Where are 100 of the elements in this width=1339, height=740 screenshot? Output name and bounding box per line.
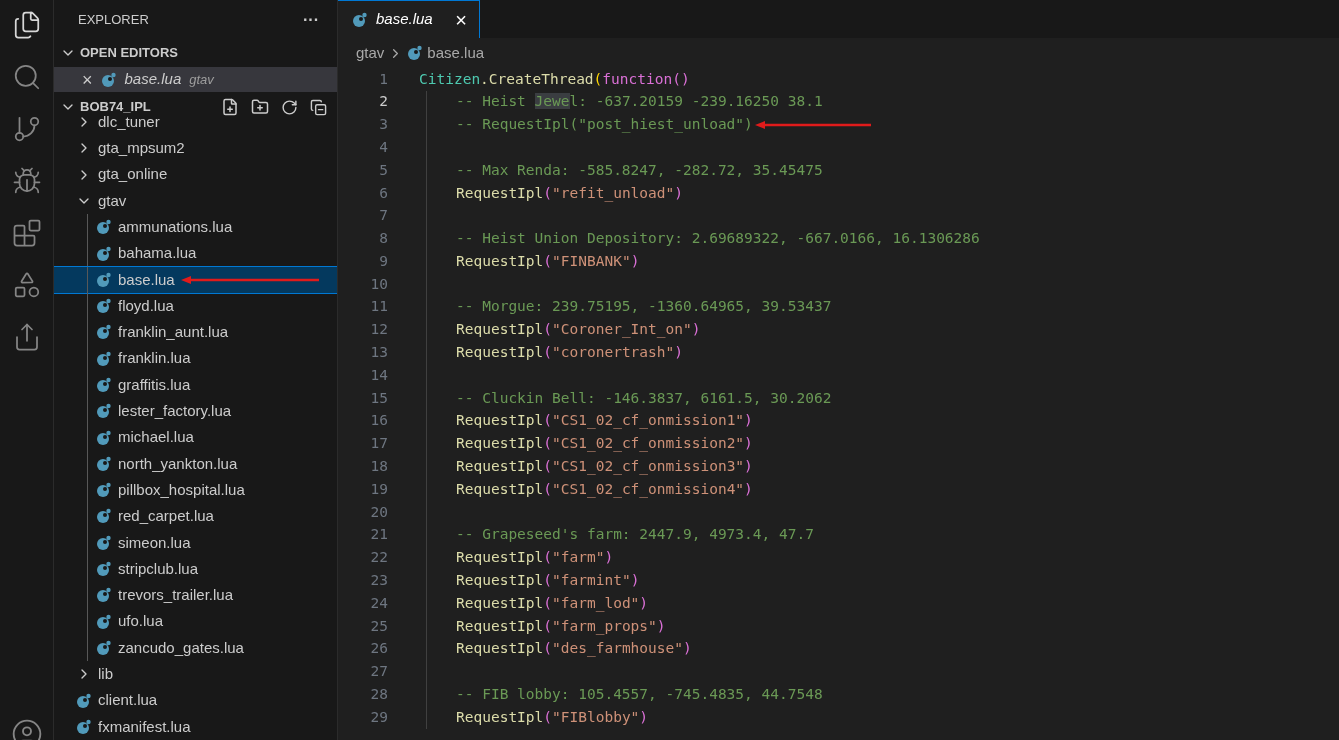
file-name: franklin_aunt.lua bbox=[118, 322, 229, 343]
file-item[interactable]: trevors_trailer.lua bbox=[54, 582, 337, 609]
file-item[interactable]: base.lua bbox=[54, 266, 337, 293]
extensions-icon[interactable] bbox=[11, 218, 42, 248]
code-line: RequestIpl("farmint") bbox=[455, 571, 640, 591]
line-number: 29 bbox=[369, 707, 388, 727]
file-name: zancudo_gates.lua bbox=[118, 637, 244, 658]
moon-icon bbox=[352, 11, 368, 28]
line-number: 20 bbox=[369, 502, 388, 522]
moon-icon bbox=[96, 324, 112, 341]
account-icon[interactable] bbox=[10, 718, 43, 740]
moon-icon bbox=[96, 245, 112, 262]
folder-item[interactable]: gtav bbox=[54, 187, 337, 215]
file-item[interactable]: floyd.lua bbox=[54, 292, 337, 320]
file-item[interactable]: ammunations.lua bbox=[54, 214, 337, 241]
file-item[interactable]: zancudo_gates.lua bbox=[54, 634, 337, 662]
line-number: 19 bbox=[369, 479, 388, 499]
file-item[interactable]: michael.lua bbox=[54, 424, 337, 451]
moon-icon bbox=[96, 639, 112, 656]
line-number: 23 bbox=[369, 571, 388, 591]
code-comment: -- Cluckin Bell: -146.3837, 6161.5, 30.2062 bbox=[455, 388, 832, 408]
file-name: gta_mpsum2 bbox=[98, 138, 185, 159]
file-name: base.lua bbox=[124, 69, 182, 90]
code-comment: -- Heist Jewel: -637.20159 -239.16250 38.1 bbox=[455, 92, 823, 112]
moon-icon bbox=[76, 692, 92, 709]
file-item[interactable]: graffitis.lua bbox=[54, 371, 337, 399]
folder-item[interactable]: lib bbox=[54, 661, 337, 688]
line-number: 2 bbox=[378, 92, 388, 112]
code-line: RequestIpl("coronertrash") bbox=[455, 343, 683, 363]
folder-hint: gtav bbox=[189, 70, 214, 89]
file-name: trevors_trailer.lua bbox=[118, 585, 234, 606]
code-line: RequestIpl("FIBlobby") bbox=[455, 707, 649, 727]
moon-icon bbox=[96, 508, 112, 525]
moon-icon bbox=[96, 587, 112, 604]
code-line: RequestIpl("CS1_02_cf_onmission1") bbox=[455, 411, 753, 431]
line-number: 16 bbox=[369, 411, 388, 431]
file-item[interactable]: fxmanifest.lua bbox=[54, 713, 337, 740]
file-item[interactable]: red_carpet.lua bbox=[54, 503, 337, 530]
file-item[interactable]: stripclub.lua bbox=[54, 555, 337, 583]
collapse-icon[interactable] bbox=[310, 98, 327, 116]
folder-item[interactable]: gta_mpsum2 bbox=[54, 135, 337, 162]
line-number: 17 bbox=[369, 434, 388, 454]
section-header[interactable]: OPEN EDITORS bbox=[54, 39, 337, 67]
file-name: gtav bbox=[98, 190, 127, 211]
file-item[interactable]: lester_factory.lua bbox=[54, 398, 337, 425]
breadcrumb[interactable]: gtav bbox=[356, 41, 385, 65]
file-item[interactable]: pillbox_hospital.lua bbox=[54, 477, 337, 504]
new-file-icon[interactable] bbox=[221, 98, 239, 117]
code-comment: -- RequestIpl("post_hiest_unload") bbox=[455, 115, 753, 135]
file-item[interactable]: bahama.lua bbox=[54, 240, 337, 267]
breadcrumb[interactable]: base.lua bbox=[427, 41, 485, 65]
line-number: 26 bbox=[369, 639, 388, 659]
line-number: 11 bbox=[369, 297, 388, 317]
close-icon[interactable]: × bbox=[455, 9, 479, 30]
line-number: 27 bbox=[369, 662, 388, 682]
moon-icon bbox=[96, 219, 112, 236]
code-line: RequestIpl("CS1_02_cf_onmission2") bbox=[455, 434, 753, 454]
moon-icon bbox=[96, 534, 112, 551]
moon-icon bbox=[407, 45, 424, 61]
file-name: graffitis.lua bbox=[118, 374, 191, 395]
close-icon[interactable]: × bbox=[82, 70, 93, 89]
moon-icon bbox=[96, 561, 112, 578]
open-editor-item[interactable]: × base.lua gtav bbox=[54, 66, 337, 93]
more-actions[interactable]: ··· bbox=[303, 7, 319, 32]
code-line: RequestIpl("CS1_02_cf_onmission4") bbox=[455, 479, 753, 500]
code-comment: -- Grapeseed's farm: 2447.9, 4973.4, 47.7 bbox=[455, 525, 814, 545]
code-line: RequestIpl("farm") bbox=[455, 548, 614, 568]
file-name: franklin.lua bbox=[118, 348, 191, 369]
line-number: 28 bbox=[369, 685, 388, 705]
file-name: stripclub.lua bbox=[118, 558, 199, 579]
folder-item[interactable]: gta_online bbox=[54, 161, 337, 188]
file-item[interactable]: north_yankton.lua bbox=[54, 450, 337, 478]
line-number: 4 bbox=[378, 137, 388, 157]
moon-icon bbox=[100, 71, 117, 88]
file-item[interactable]: franklin_aunt.lua bbox=[54, 319, 337, 346]
code-line: RequestIpl("farm_lod") bbox=[455, 593, 649, 614]
code-comment: -- FIB lobby: 105.4557, -745.4835, 44.7548 bbox=[455, 685, 823, 705]
refresh-icon[interactable] bbox=[281, 98, 298, 116]
line-number: 3 bbox=[378, 115, 388, 135]
code-comment: -- Morgue: 239.75195, -1360.64965, 39.53437 bbox=[455, 297, 832, 317]
file-item[interactable]: simeon.lua bbox=[54, 529, 337, 556]
file-name: lib bbox=[98, 664, 113, 684]
moon-icon bbox=[96, 298, 112, 315]
line-number: 1 bbox=[378, 69, 388, 89]
bug-icon[interactable] bbox=[11, 166, 42, 196]
code-line: RequestIpl("Coroner_Int_on") bbox=[455, 320, 701, 340]
line-number: 21 bbox=[369, 525, 388, 545]
new-folder-icon[interactable] bbox=[251, 98, 269, 117]
file-name: north_yankton.lua bbox=[118, 453, 238, 474]
line-number: 8 bbox=[378, 229, 388, 249]
line-number: 9 bbox=[378, 251, 388, 271]
file-item[interactable]: franklin.lua bbox=[54, 345, 337, 372]
line-number: 6 bbox=[378, 183, 388, 203]
editor-tab[interactable]: base.lua × bbox=[338, 0, 480, 38]
line-number: 22 bbox=[369, 548, 388, 568]
file-item[interactable]: client.lua bbox=[54, 687, 337, 714]
file-item[interactable]: ufo.lua bbox=[54, 608, 337, 635]
moon-icon bbox=[96, 350, 112, 367]
moon-icon bbox=[96, 482, 112, 499]
code-comment: -- Heist Union Depository: 2.69689322, -667.0166, 16.1306286 bbox=[455, 229, 980, 249]
